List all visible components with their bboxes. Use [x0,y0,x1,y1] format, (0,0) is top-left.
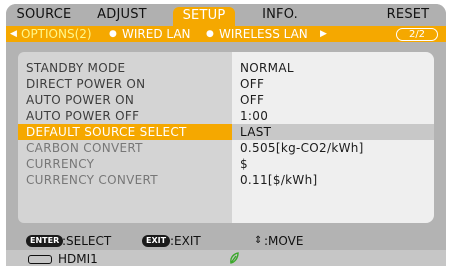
row-value: 0.11[$/kWh] [240,173,318,187]
tab-info[interactable]: INFO. [256,6,304,24]
menu-row-carbon-convert[interactable]: CARBON CONVERT 0.505[kg-CO2/kWh] [18,140,434,156]
row-label: STANDBY MODE [26,61,126,75]
row-value: 1:00 [240,109,269,123]
row-value: OFF [240,93,265,107]
tab-source[interactable]: SOURCE [12,6,76,24]
move-hint: :MOVE [264,234,304,248]
subtab-wired-lan[interactable]: WIRED LAN [122,26,191,42]
page-indicator: 2/2 [396,28,438,41]
row-label: DIRECT POWER ON [26,77,146,91]
hdmi-connector-icon [28,255,52,264]
tab-reset[interactable]: RESET [380,6,436,24]
key-guide-bar: ENTER :SELECT EXIT :EXIT ⇕ :MOVE [6,233,446,249]
row-value: LAST [232,124,434,140]
row-value: OFF [240,77,265,91]
menu-row-auto-power-off[interactable]: AUTO POWER OFF 1:00 [18,108,434,124]
row-value: 0.505[kg-CO2/kWh] [240,141,364,155]
select-hint: :SELECT [62,234,112,248]
row-label: CURRENCY [26,157,95,171]
exit-key-icon: EXIT [142,235,171,247]
enter-key-icon: ENTER [26,235,64,247]
tab-setup[interactable]: SETUP [173,7,235,27]
menu-row-auto-power-on[interactable]: AUTO POWER ON OFF [18,92,434,108]
main-tab-bar: SOURCE ADJUST SETUP INFO. RESET [6,4,446,27]
leaf-icon [230,252,239,264]
row-label: CURRENCY CONVERT [26,173,158,187]
row-label: AUTO POWER OFF [26,109,140,123]
row-label: AUTO POWER ON [26,93,135,107]
subtab-wireless-lan[interactable]: WIRELESS LAN [219,26,308,42]
menu-row-standby-mode[interactable]: STANDBY MODE NORMAL [18,60,434,76]
exit-hint: :EXIT [170,234,201,248]
row-value: NORMAL [240,61,294,75]
row-label: CARBON CONVERT [26,141,143,155]
row-value: $ [240,157,248,171]
menu-row-currency-convert[interactable]: CURRENCY CONVERT 0.11[$/kWh] [18,172,434,188]
separator-dot-icon: ● [206,29,214,39]
subtab-options-2[interactable]: OPTIONS(2) [21,26,92,42]
sub-tab-bar: ◀ OPTIONS(2) ● WIRED LAN ● WIRELESS LAN … [6,26,446,42]
right-arrow-icon[interactable]: ▶ [320,26,327,42]
separator-dot-icon: ● [109,29,117,39]
menu-row-direct-power-on[interactable]: DIRECT POWER ON OFF [18,76,434,92]
up-down-arrow-icon: ⇕ [254,235,263,246]
tab-adjust[interactable]: ADJUST [90,6,154,24]
status-bar: HDMI1 [6,250,446,266]
row-label: DEFAULT SOURCE SELECT [26,125,187,139]
menu-row-default-source-select[interactable]: DEFAULT SOURCE SELECT LAST [18,124,434,140]
left-arrow-icon[interactable]: ◀ [10,26,17,42]
projector-osd-menu: SOURCE ADJUST SETUP INFO. RESET ◀ OPTION… [6,4,446,266]
menu-row-currency[interactable]: CURRENCY $ [18,156,434,172]
current-input-label: HDMI1 [58,252,98,266]
